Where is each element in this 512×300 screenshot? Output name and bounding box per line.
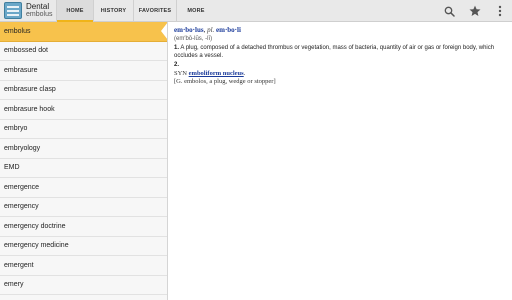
etymology: [G. embolos, a plug, wedge or stopper] [174,77,276,85]
pronunciation: (em′bō-lŭs, -lī) [174,36,213,42]
sense-2-number: 2. [174,62,180,68]
tab-more[interactable]: MORE [177,0,215,22]
definition-pane: em·bo·lus, pl. em·bo·li (em′bō-lŭs, -lī)… [172,22,508,300]
word-list-item[interactable]: embrasure hook [0,100,167,120]
headword: em·bo·lus [174,26,204,34]
sense-1-text: A plug, composed of a detached thrombus … [174,45,495,59]
action-bar: Dental embolus HOME HISTORY FAVORITES MO… [0,0,512,22]
search-icon[interactable] [437,0,462,22]
overflow-menu-icon[interactable] [487,0,512,22]
word-list-item[interactable]: emery [0,276,167,295]
sense-2: 2. [174,62,506,70]
sense-1-number: 1. [174,45,180,51]
synonym-end: . [243,69,246,77]
headword-line: em·bo·lus, pl. em·bo·li [174,26,241,34]
word-list-item[interactable]: emergency doctrine [0,217,167,237]
synonym-line: SYN emboliform nucleus. [174,70,506,78]
tab-bar: HOME HISTORY FAVORITES MORE [56,0,215,22]
word-list-item[interactable]: embossed dot [0,42,167,61]
word-list-item[interactable]: emergent [0,256,167,276]
word-list-item[interactable]: EMD [0,159,167,178]
word-list-item[interactable]: embrasure clasp [0,81,167,100]
plural-form: em·bo·li [216,26,241,34]
app-title: Dental [26,2,50,11]
word-list-item-selected[interactable]: embolus [0,22,167,42]
app-subtitle: embolus [26,11,53,18]
word-list-item[interactable]: emergency medicine [0,237,167,256]
word-list[interactable]: embolus embossed dot embrasure embrasure… [0,22,168,300]
word-list-item[interactable]: emergency [0,198,167,217]
synonym-link[interactable]: emboliform nucleus [189,70,244,77]
tab-home[interactable]: HOME [56,0,94,22]
app-logo-icon[interactable] [4,2,22,19]
sense-1: 1. A plug, composed of a detached thromb… [174,45,506,60]
word-list-item[interactable]: embryo [0,120,167,139]
tab-history[interactable]: HISTORY [94,0,134,22]
word-list-item[interactable]: embryology [0,139,167,159]
synonym-label: SYN [174,69,188,77]
star-icon[interactable] [462,0,487,22]
tab-favorites[interactable]: FAVORITES [134,0,177,22]
action-icons [437,0,512,22]
word-list-item[interactable]: emergence [0,178,167,198]
word-list-item[interactable]: embrasure [0,61,167,81]
